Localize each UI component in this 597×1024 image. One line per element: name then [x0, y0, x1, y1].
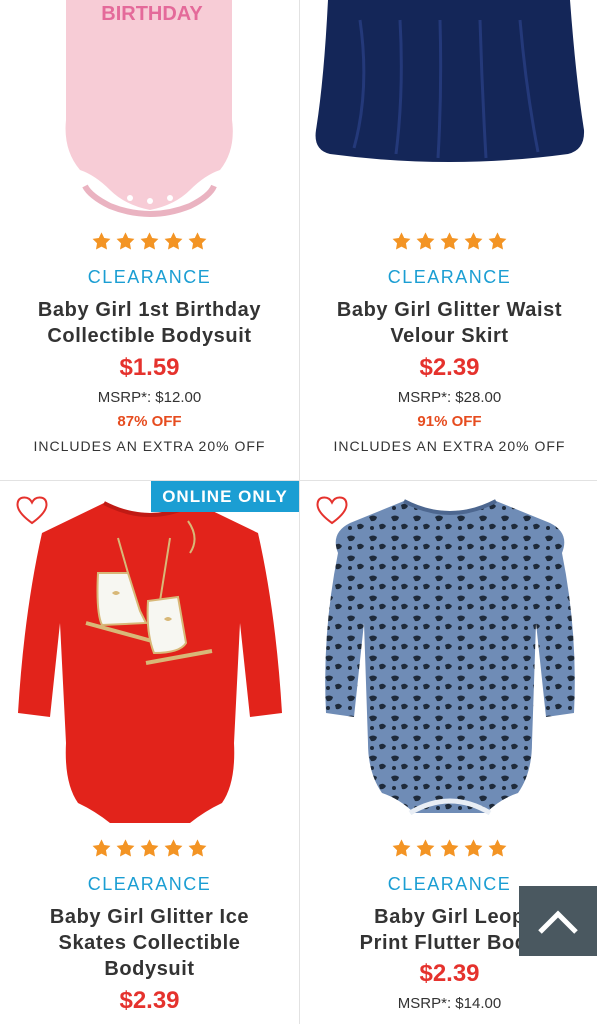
star-icon — [392, 839, 411, 857]
star-icon — [416, 232, 435, 250]
msrp-price: MSRP*: $14.00 — [397, 995, 502, 1012]
star-icon — [164, 232, 183, 250]
sale-price: $2.39 — [419, 960, 480, 987]
product-card[interactable]: BIRTHDAY CLEARANCE Baby Girl 1st Birthda… — [0, 0, 299, 480]
star-icon — [188, 232, 207, 250]
product-image-leopard-bodysuit[interactable] — [300, 493, 597, 843]
product-name-line: Baby Girl Glitter Waist — [336, 299, 563, 321]
product-name[interactable]: Baby Girl 1st Birthday Collectible Bodys… — [10, 297, 289, 349]
extra-discount-note: INCLUDES AN EXTRA 20% OFF — [333, 438, 566, 454]
product-name-line: Baby Girl 1st Birthday — [37, 299, 262, 321]
sale-price: $2.39 — [419, 354, 480, 381]
product-image-velour-skirt[interactable] — [300, 0, 597, 222]
clearance-label: CLEARANCE — [87, 874, 212, 894]
star-icon — [488, 232, 507, 250]
product-name[interactable]: Baby Girl Glitter Waist Velour Skirt — [310, 297, 589, 349]
star-icon — [92, 232, 111, 250]
star-icon — [440, 839, 459, 857]
extra-discount-note: INCLUDES AN EXTRA 20% OFF — [33, 438, 266, 454]
product-image-ice-skates-bodysuit[interactable] — [0, 493, 299, 843]
star-icon — [488, 839, 507, 857]
product-name-line: Bodysuit — [104, 958, 195, 980]
sale-price: $1.59 — [119, 354, 180, 381]
star-icon — [464, 839, 483, 857]
discount-percent: 91% OFF — [417, 413, 482, 430]
online-only-badge: ONLINE ONLY — [151, 481, 299, 512]
msrp-price: MSRP*: $28.00 — [397, 389, 502, 406]
sale-price: $2.39 — [119, 987, 180, 1014]
product-grid: BIRTHDAY CLEARANCE Baby Girl 1st Birthda… — [0, 0, 597, 1024]
star-icon — [140, 232, 159, 250]
star-icon — [188, 839, 207, 857]
rating-stars — [300, 838, 597, 859]
rating-stars — [0, 231, 299, 252]
graphic-text: BIRTHDAY — [101, 3, 203, 25]
star-icon — [92, 839, 111, 857]
star-icon — [164, 839, 183, 857]
heart-outline-icon[interactable] — [15, 495, 49, 525]
rating-stars — [300, 231, 597, 252]
star-icon — [440, 232, 459, 250]
msrp-price: MSRP*: $12.00 — [97, 389, 202, 406]
star-icon — [464, 232, 483, 250]
heart-outline-icon[interactable] — [315, 495, 349, 525]
product-image-birthday-bodysuit[interactable]: BIRTHDAY — [0, 0, 299, 222]
product-card[interactable]: ONLINE ONLY CLEARANCE Baby Girl Glitter … — [0, 481, 299, 1024]
product-name-line: Skates Collectible — [58, 932, 241, 954]
star-icon — [416, 839, 435, 857]
product-card[interactable]: CLEARANCE Baby Girl Glitter Waist Velour… — [300, 0, 597, 480]
star-icon — [140, 839, 159, 857]
product-name-line: Baby Girl Glitter Ice — [49, 906, 250, 928]
chevron-up-icon — [538, 910, 578, 934]
star-icon — [116, 839, 135, 857]
scroll-to-top-button[interactable] — [519, 886, 597, 956]
product-name-line: Collectible Bodysuit — [47, 325, 252, 347]
star-icon — [116, 232, 135, 250]
clearance-label: CLEARANCE — [87, 267, 212, 287]
product-name-line: Velour Skirt — [390, 325, 509, 347]
discount-percent: 87% OFF — [117, 413, 182, 430]
rating-stars — [0, 838, 299, 859]
clearance-label: CLEARANCE — [387, 267, 512, 287]
star-icon — [392, 232, 411, 250]
product-name[interactable]: Baby Girl Glitter Ice Skates Collectible… — [10, 904, 289, 982]
